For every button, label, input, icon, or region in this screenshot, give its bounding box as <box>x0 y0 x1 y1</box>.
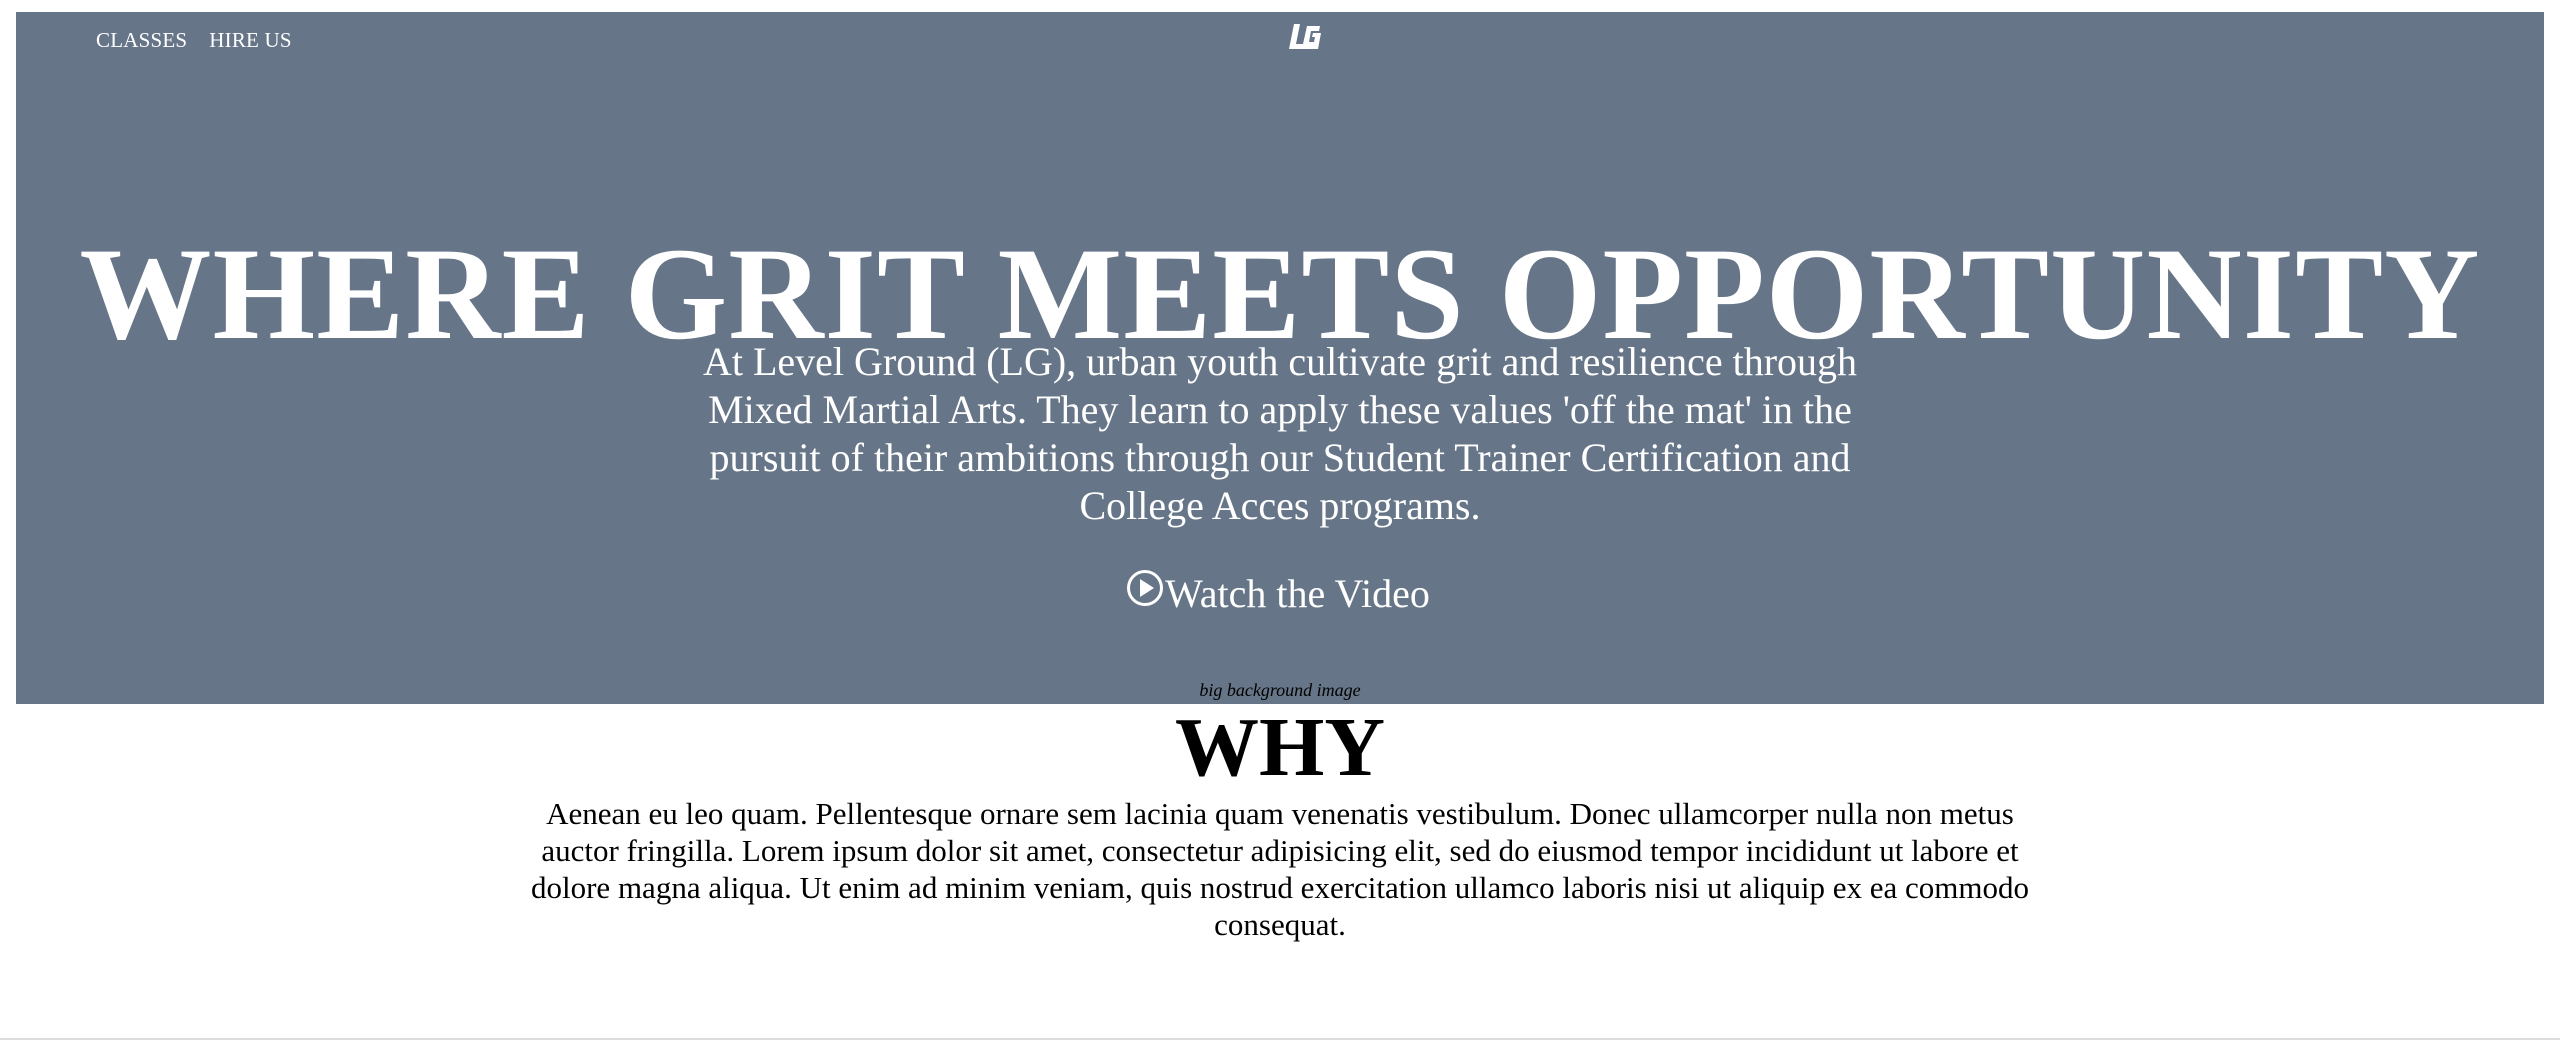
watch-video-label: Watch the Video <box>1165 570 1430 616</box>
hero-section: CLASSES HIRE US WHERE GRIT MEETS OPPORTU… <box>16 12 2544 704</box>
why-heading: WHY <box>1175 701 1385 794</box>
background-image-caption: big background image <box>1199 680 1361 700</box>
watch-video-link[interactable]: Watch the Video <box>16 569 2544 617</box>
nav-link-hire-us[interactable]: HIRE US <box>209 28 292 53</box>
section-divider <box>0 1038 2560 1040</box>
lg-logo-icon[interactable] <box>1286 18 1326 58</box>
hero-intro-text: At Level Ground (LG), urban youth cultiv… <box>702 339 1858 528</box>
why-body-text: Aenean eu leo quam. Pellentesque ornare … <box>531 796 2029 942</box>
play-circle-icon <box>1127 569 1165 617</box>
nav-link-classes[interactable]: CLASSES <box>96 28 187 53</box>
main-nav: CLASSES HIRE US <box>96 28 292 53</box>
